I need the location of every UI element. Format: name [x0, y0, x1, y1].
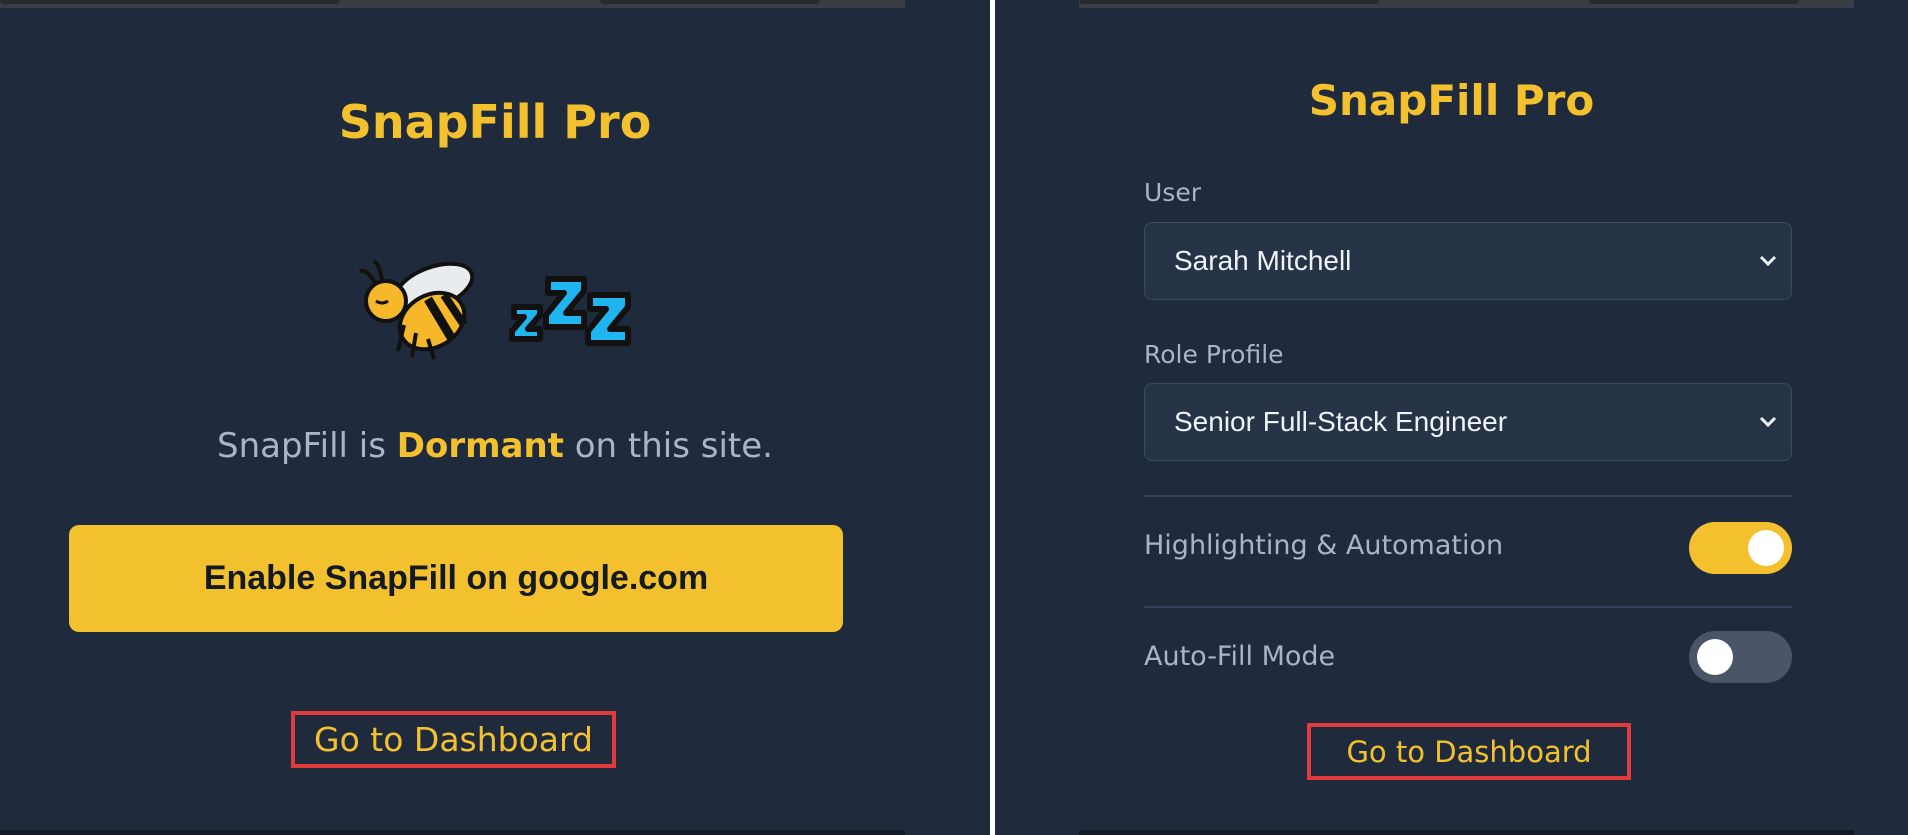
status-suffix: on this site. — [574, 426, 773, 466]
enable-site-button[interactable]: Enable SnapFill on google.com — [69, 525, 843, 632]
bee-icon — [359, 259, 475, 360]
popup-title-text: SnapFill Pro — [1308, 76, 1595, 125]
chevron-down-icon — [1759, 416, 1777, 428]
popup-title: SnapFill Pro — [338, 95, 652, 149]
divider-line — [1144, 495, 1792, 497]
role-profile-label: Role Profile — [1144, 340, 1284, 369]
popup-title: SnapFill Pro — [995, 76, 1908, 125]
go-to-dashboard-link[interactable]: Go to Dashboard — [291, 711, 616, 768]
sleeping-bee-icon — [0, 255, 990, 375]
auto-fill-mode-label: Auto-Fill Mode — [1144, 641, 1336, 672]
chevron-down-icon — [1759, 255, 1777, 267]
browser-tab — [600, 0, 820, 4]
toggle-knob — [1697, 639, 1733, 675]
highlighting-automation-toggle[interactable] — [1689, 522, 1792, 574]
role-profile-select-value: Senior Full-Stack Engineer — [1174, 406, 1508, 437]
toggle-knob — [1748, 530, 1784, 566]
user-label: User — [1144, 178, 1201, 207]
go-to-dashboard-link[interactable]: Go to Dashboard — [1307, 723, 1631, 780]
bottom-strip — [0, 830, 905, 835]
browser-tab — [1589, 0, 1799, 4]
zzz-icon — [508, 276, 631, 346]
popup-dormant-state: SnapFill Pro SnapFill is Dormant on this… — [0, 0, 990, 835]
browser-tab — [0, 0, 340, 4]
status-prefix: SnapFill is — [217, 426, 386, 466]
site-status-message: SnapFill is Dormant on this site. — [0, 426, 990, 466]
screenshot-stage: SnapFill Pro SnapFill is Dormant on this… — [0, 0, 1908, 835]
user-select[interactable]: Sarah Mitchell — [1144, 222, 1792, 300]
status-state: Dormant — [396, 426, 564, 466]
auto-fill-mode-toggle[interactable] — [1689, 631, 1792, 683]
browser-top-strip — [1079, 0, 1854, 8]
browser-tab — [1079, 0, 1379, 4]
bottom-strip — [1079, 830, 1854, 835]
browser-top-strip — [0, 0, 905, 8]
popup-active-state: SnapFill Pro User Sarah Mitchell Role Pr… — [995, 0, 1908, 835]
highlighting-automation-label: Highlighting & Automation — [1144, 530, 1504, 561]
user-select-value: Sarah Mitchell — [1174, 245, 1352, 276]
divider-line — [1144, 606, 1792, 608]
role-profile-select[interactable]: Senior Full-Stack Engineer — [1144, 383, 1792, 461]
